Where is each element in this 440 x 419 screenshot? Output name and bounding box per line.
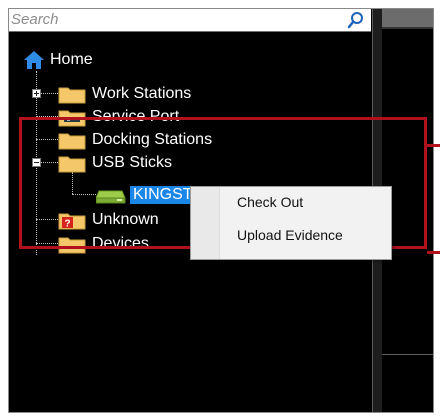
tree-connector xyxy=(36,139,58,140)
search-bar xyxy=(9,9,371,32)
tree-node-label: Docking Stations xyxy=(92,131,213,148)
detail-pane-header xyxy=(382,9,433,29)
folder-icon xyxy=(58,131,86,150)
tree-node-docking-stations[interactable]: Docking Stations xyxy=(58,129,212,151)
tree-node-label: Work Stations xyxy=(92,85,192,102)
search-icon[interactable] xyxy=(347,11,365,29)
tree-connector xyxy=(36,243,58,244)
usb-drive-icon xyxy=(95,186,126,205)
tree-node-service-port[interactable]: Service Port xyxy=(58,106,179,128)
divider xyxy=(382,354,433,355)
folder-icon xyxy=(58,235,86,254)
tree-node-home[interactable]: Home xyxy=(23,49,93,71)
menu-item-check-out[interactable]: Check Out xyxy=(237,191,303,213)
expand-toggle[interactable] xyxy=(32,89,41,98)
tree-node-label: Devices xyxy=(92,235,149,252)
folder-icon xyxy=(58,85,86,104)
tree-node-work-stations[interactable]: Work Stations xyxy=(58,83,191,105)
tree-node-devices[interactable]: Devices xyxy=(58,233,149,255)
home-icon xyxy=(23,50,45,70)
service-port-icon xyxy=(58,108,86,127)
search-input[interactable] xyxy=(11,10,341,28)
tree-connector xyxy=(72,194,96,195)
context-menu: Check Out Upload Evidence xyxy=(190,186,392,260)
unknown-folder-icon: ? xyxy=(58,211,86,230)
tree-node-unknown[interactable]: ? Unknown xyxy=(58,209,159,231)
context-menu-gutter xyxy=(191,187,220,259)
menu-item-upload-evidence[interactable]: Upload Evidence xyxy=(237,224,343,246)
tree-node-usb-sticks[interactable]: USB Sticks xyxy=(58,152,172,174)
svg-text:?: ? xyxy=(64,218,70,229)
folder-icon xyxy=(58,154,86,173)
annotation-callout-line xyxy=(427,144,440,147)
annotation-callout-line xyxy=(427,251,440,254)
collapse-toggle[interactable] xyxy=(32,158,41,167)
tree-node-label: Home xyxy=(50,51,93,68)
tree-node-label: USB Sticks xyxy=(92,154,173,171)
tree-connector xyxy=(36,116,58,117)
tree-connector xyxy=(36,219,58,220)
tree-node-label: Service Port xyxy=(92,108,180,125)
tree-node-label: Unknown xyxy=(92,211,159,228)
tree-connector xyxy=(72,172,73,194)
